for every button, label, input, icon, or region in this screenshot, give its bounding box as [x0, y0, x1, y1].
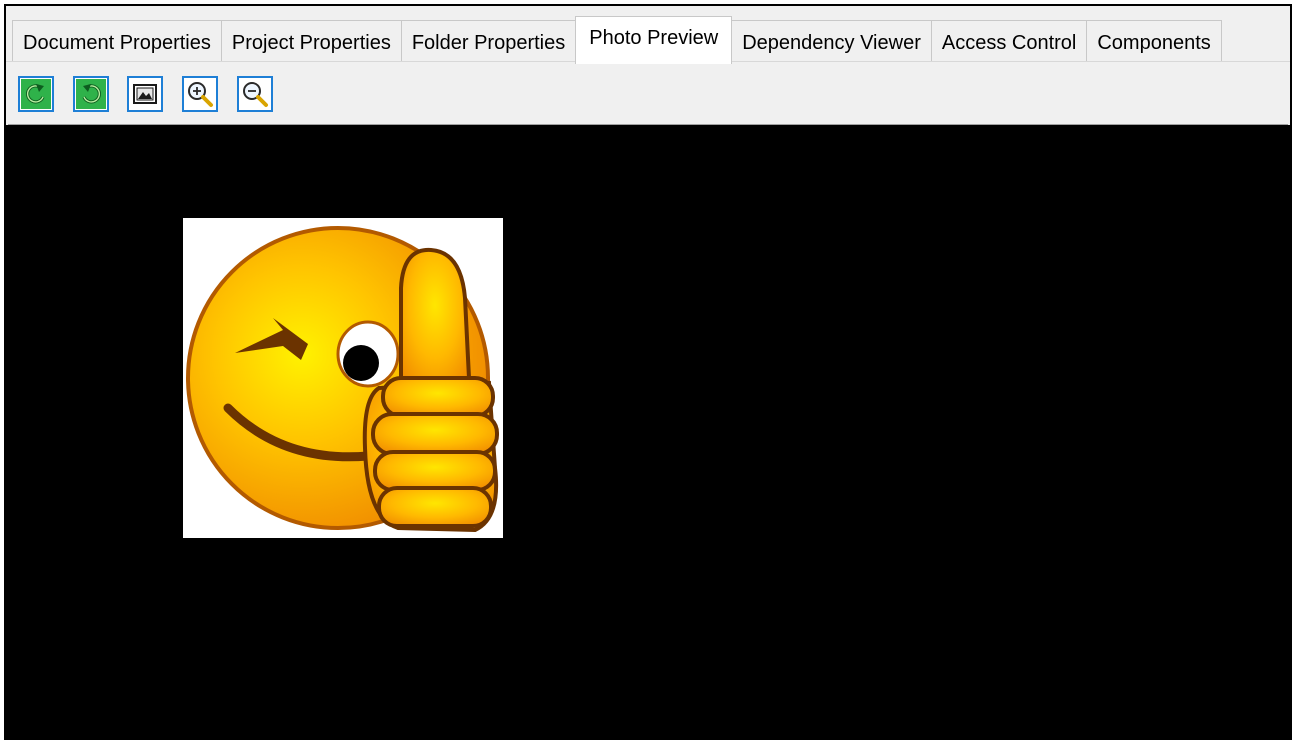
zoom-out-button[interactable] — [237, 76, 273, 112]
winking-smiley-thumbs-up-icon — [186, 226, 499, 533]
rotate-left-icon — [21, 79, 51, 109]
tab-document-properties[interactable]: Document Properties — [12, 20, 222, 62]
photo-preview-area[interactable] — [6, 125, 1290, 738]
rotate-left-button[interactable] — [18, 76, 54, 112]
tab-strip: Document Properties Project Properties F… — [12, 16, 1222, 64]
tab-dependency-viewer[interactable]: Dependency Viewer — [731, 20, 932, 62]
tab-access-control[interactable]: Access Control — [930, 20, 1088, 62]
fit-image-button[interactable] — [127, 76, 163, 112]
rotate-right-button[interactable] — [73, 76, 109, 112]
tab-components[interactable]: Components — [1086, 20, 1222, 62]
tab-project-properties[interactable]: Project Properties — [220, 20, 402, 62]
app-window: Document Properties Project Properties F… — [4, 4, 1292, 740]
zoom-in-button[interactable] — [182, 76, 218, 112]
preview-image — [183, 218, 503, 538]
tab-folder-properties[interactable]: Folder Properties — [400, 20, 577, 62]
zoom-out-icon — [240, 79, 270, 109]
zoom-in-icon — [185, 79, 215, 109]
preview-toolbar — [8, 62, 1288, 125]
fit-image-icon — [130, 79, 160, 109]
tab-photo-preview[interactable]: Photo Preview — [575, 16, 733, 64]
rotate-right-icon — [76, 79, 106, 109]
